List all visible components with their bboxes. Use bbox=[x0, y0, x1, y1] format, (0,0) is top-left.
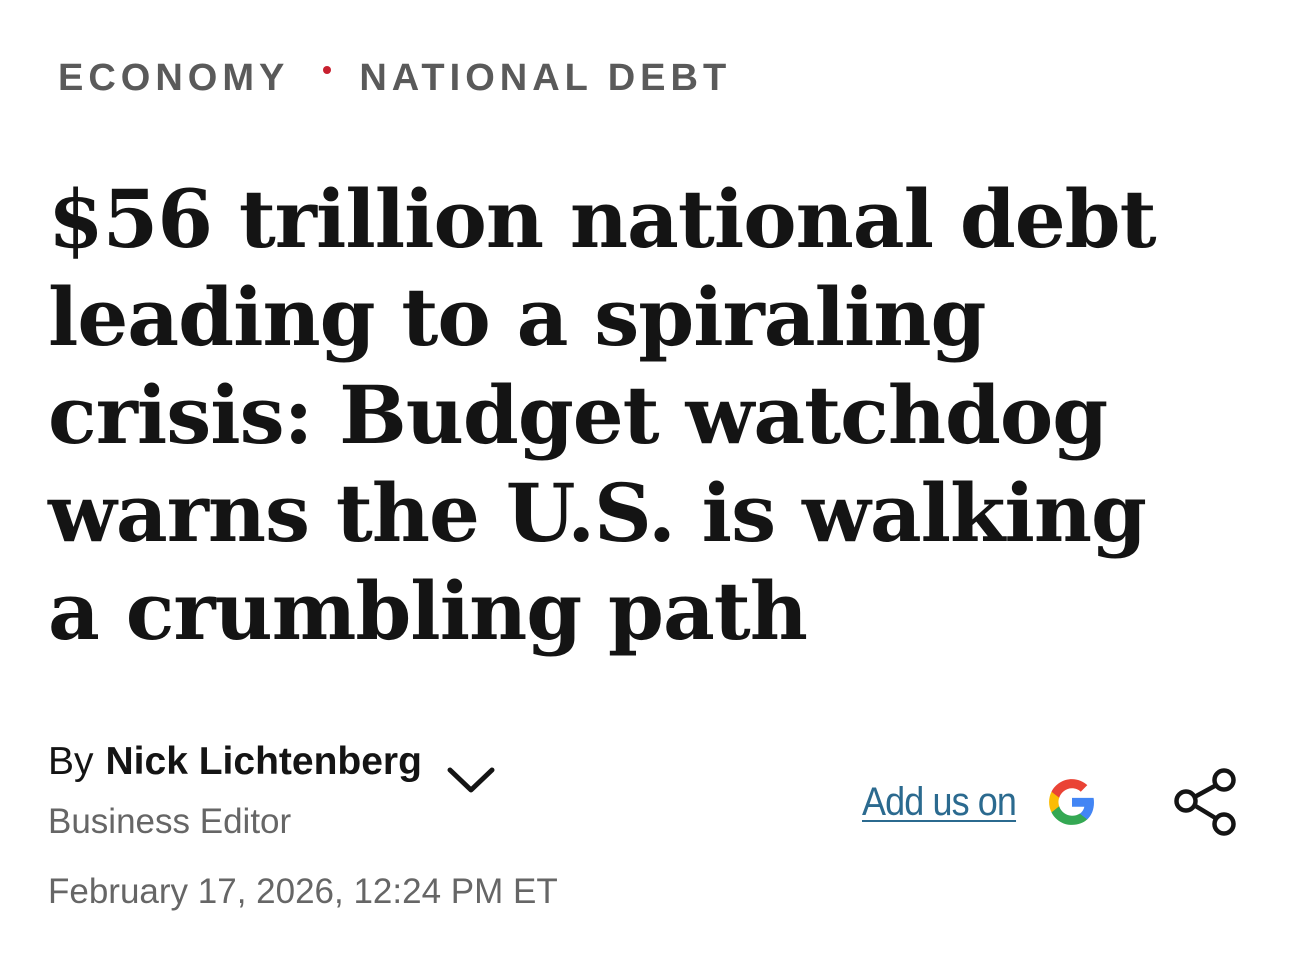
breadcrumb-section-link[interactable]: ECONOMY bbox=[58, 56, 289, 100]
google-g-icon bbox=[1047, 777, 1097, 827]
breadcrumb-separator-dot bbox=[323, 66, 332, 74]
chevron-down-icon[interactable] bbox=[444, 760, 498, 800]
author-role: Business Editor bbox=[48, 802, 292, 841]
author-name-link[interactable]: Nick Lichtenberg bbox=[106, 738, 422, 786]
article-headline: $56 trillion national debt leading to a … bbox=[48, 172, 1157, 658]
publish-timestamp: February 17, 2026, 12:24 PM ET bbox=[48, 872, 558, 911]
breadcrumb-topic-link[interactable]: NATIONAL DEBT bbox=[359, 56, 731, 100]
breadcrumb: ECONOMY NATIONAL DEBT bbox=[58, 56, 731, 100]
add-us-on-label: Add us on bbox=[862, 780, 1017, 824]
add-us-on-google-button[interactable]: Add us on bbox=[862, 776, 1097, 828]
byline: By Nick Lichtenberg bbox=[48, 738, 498, 793]
share-icon[interactable] bbox=[1172, 766, 1240, 838]
byline-prefix: By bbox=[48, 740, 94, 783]
